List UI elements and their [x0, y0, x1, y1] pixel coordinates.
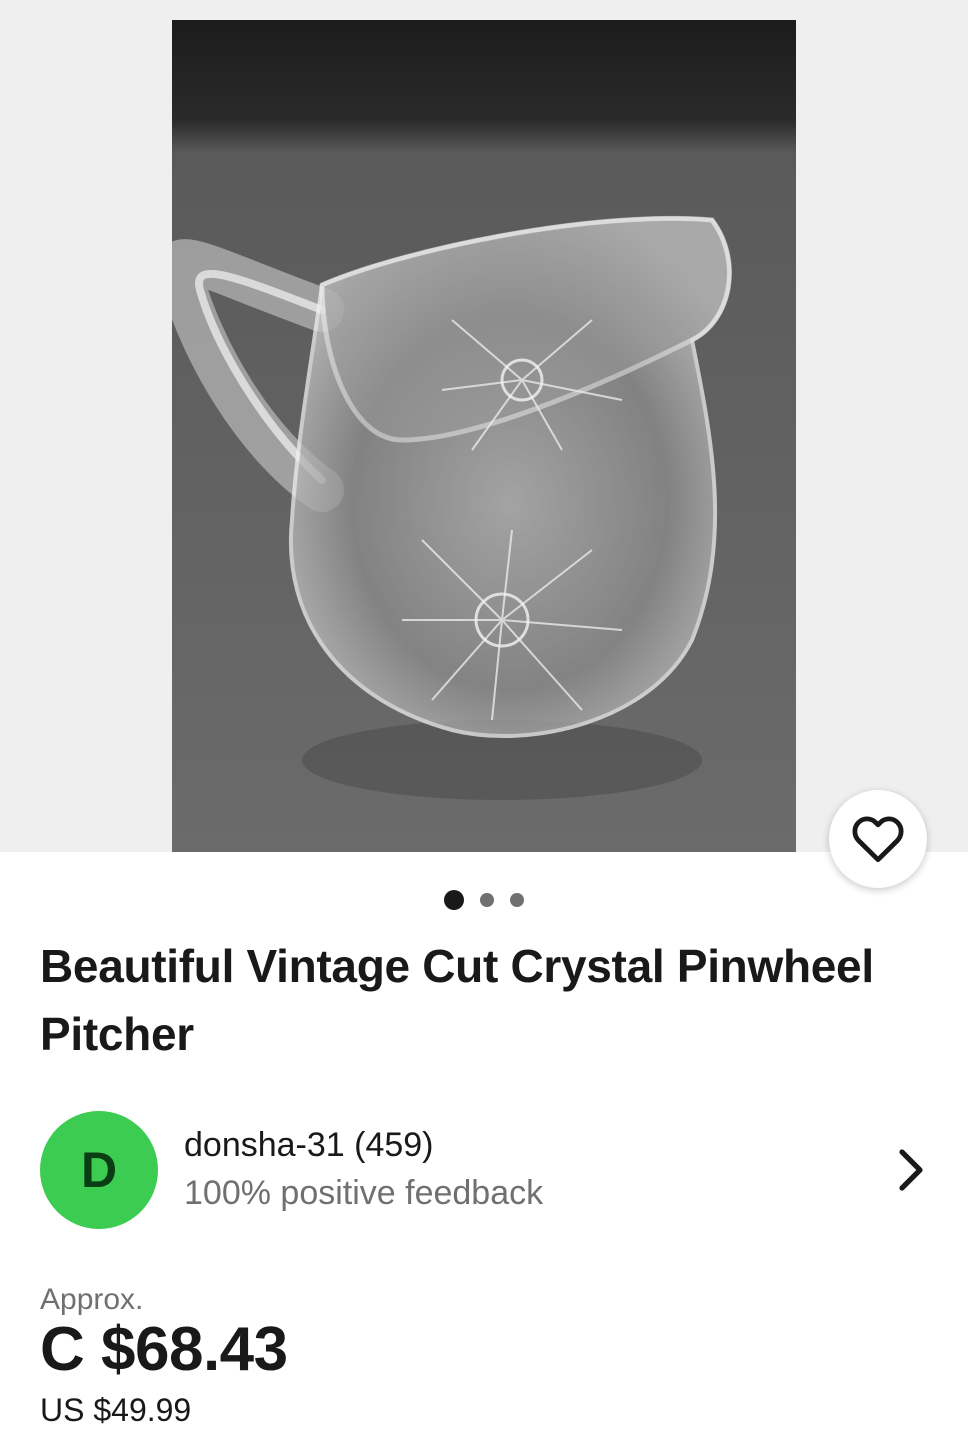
- seller-avatar: D: [40, 1111, 158, 1229]
- original-price: US $49.99: [40, 1392, 192, 1428]
- gallery-pagination: [0, 890, 968, 910]
- seller-info: donsha-31 (459) 100% positive feedback: [184, 1122, 543, 1218]
- gallery-dot-active[interactable]: [444, 890, 464, 910]
- seller-name: donsha-31 (459): [184, 1126, 434, 1164]
- listing-title: Beautiful Vintage Cut Crystal Pinwheel P…: [40, 940, 874, 1060]
- chevron-right-icon[interactable]: [890, 1148, 930, 1192]
- seller-feedback: 100% positive feedback: [184, 1174, 544, 1212]
- product-photo[interactable]: [172, 20, 796, 852]
- watchlist-button[interactable]: [829, 790, 927, 888]
- seller-card[interactable]: D donsha-31 (459) 100% positive feedback: [40, 1110, 930, 1230]
- converted-price: C $68.43: [40, 1315, 288, 1384]
- approx-label: Approx.: [40, 1283, 144, 1316]
- gallery-dot[interactable]: [510, 893, 524, 907]
- gallery-dot[interactable]: [480, 893, 494, 907]
- heart-outline-icon: [852, 816, 904, 863]
- image-gallery[interactable]: [0, 0, 968, 852]
